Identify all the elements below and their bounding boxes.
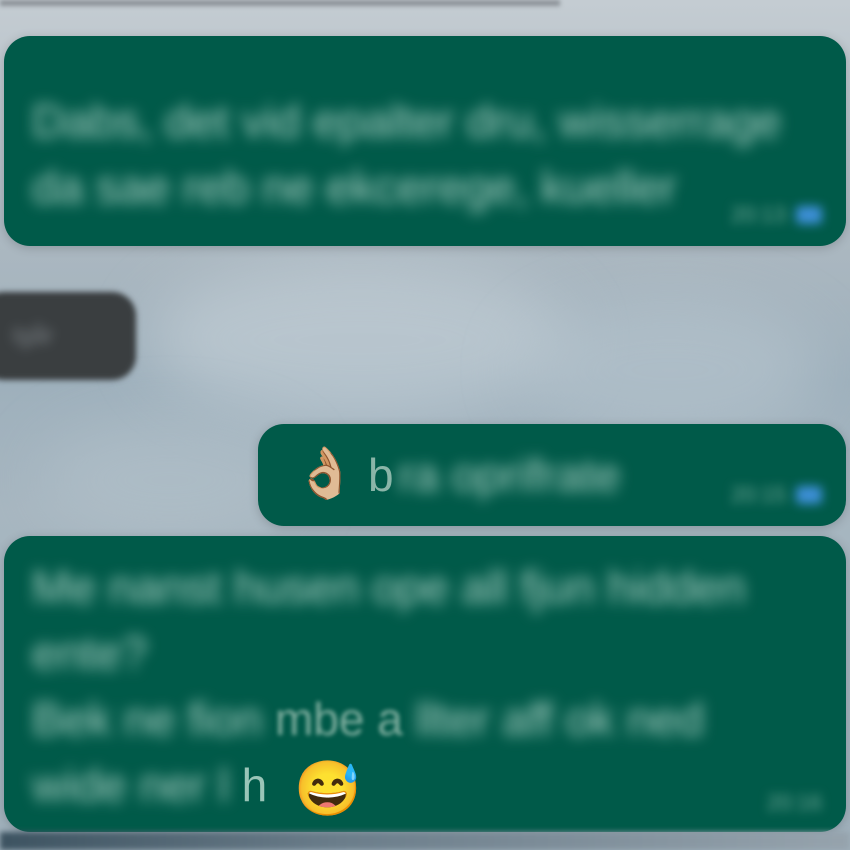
bottom-edge [0,832,850,850]
message-text: ra oprifrate [398,449,621,501]
top-edge [0,0,560,6]
message-line: ente? [32,627,148,679]
date-separator: Igår [0,292,136,380]
message-meta: 20:16 [767,790,822,816]
message-text: Bek ne fion [32,693,263,745]
date-label: Igår [12,322,54,349]
message-bubble-3[interactable]: Me nanst husen ope all fjun hidden ente?… [4,536,846,832]
message-line: Me nanst husen ope all fjun hidden [32,561,746,613]
message-text-clear: b [368,449,394,501]
message-time: 20:13 [730,202,786,227]
message-meta: 20:13 [731,202,822,228]
read-ticks-icon [796,486,822,504]
message-time: 20:16 [766,790,822,815]
wallpaper-cloud [520,300,820,440]
message-line-3: Bek ne fion mbe a llter aff ok ned [32,686,704,752]
message-meta: 20:15 [731,482,822,508]
wallpaper-cloud [150,260,570,420]
message-line: Dabs, det vid epalter dru, wisserrage [32,95,782,147]
message-text: llter aff ok ned [415,693,704,745]
message-text: wide ner l [32,759,229,811]
read-ticks-icon [796,206,822,224]
message-text-clear: mbe a [274,693,403,745]
message-text-clear: h [241,759,268,811]
message-line-4: wide ner l h 😅 [32,752,361,818]
grinning-sweat-emoji-icon: 😅 [294,759,362,819]
message-bubble-2[interactable]: 👌🏼 b ra oprifrate 20:15 [258,424,846,526]
message-bubble-1[interactable]: Dabs, det vid epalter dru, wisserrage da… [4,36,846,246]
ok-hand-emoji-icon: 👌🏼 [294,445,357,501]
message-line: da sae reb ne ekcerege, kueller [32,161,677,213]
message-time: 20:15 [730,482,786,507]
